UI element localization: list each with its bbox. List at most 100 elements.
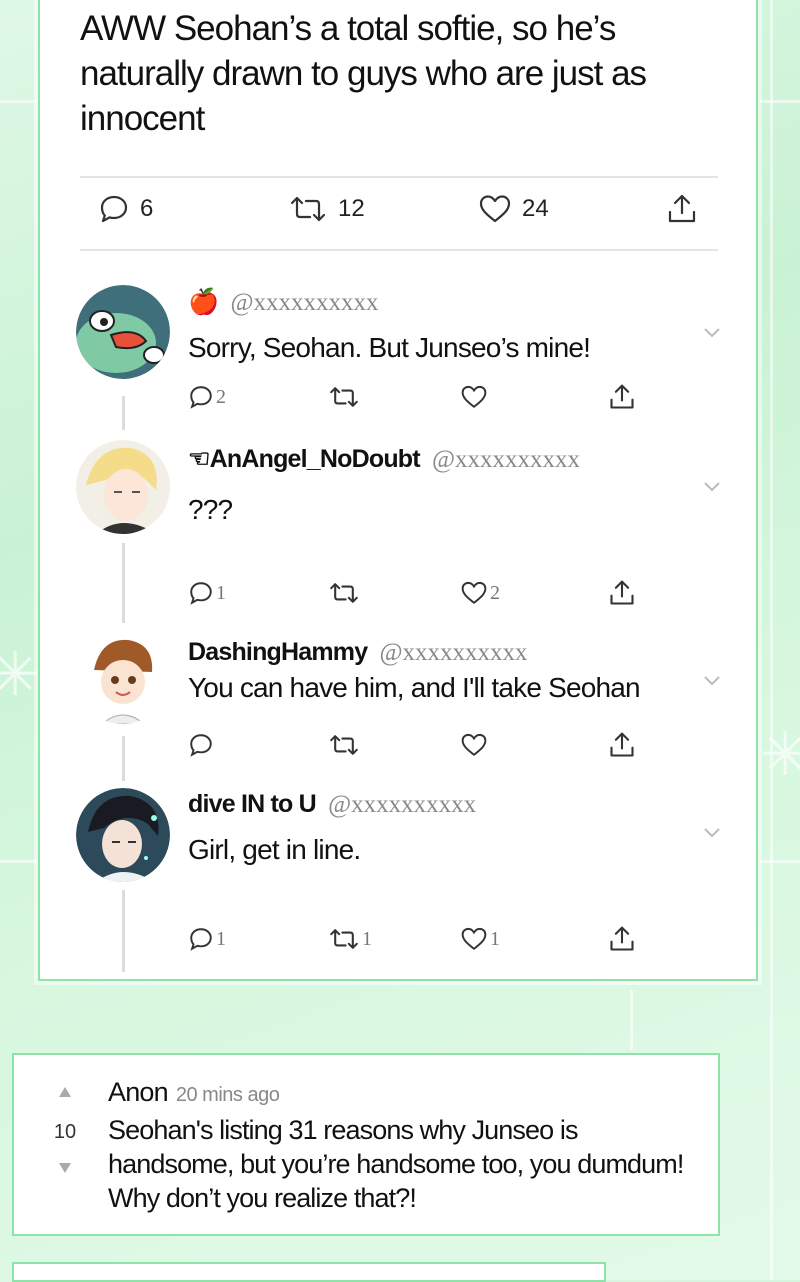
reply-text: Sorry, Seohan. But Junseo’s mine! [188,332,591,363]
retweet-icon [330,735,358,755]
divider [80,249,718,251]
background-line [0,860,38,863]
retweet-icon [330,387,358,407]
background-line [760,100,800,103]
reply-action-bar: 1 2 [188,576,648,610]
share-button[interactable] [608,922,636,956]
chevron-down-icon[interactable] [702,480,722,494]
avatar[interactable] [76,630,170,724]
sparkle-decoration-icon: ✳ [0,641,41,708]
thread-line [122,396,125,430]
speech-bubble-icon [190,582,212,605]
comment-box: 10 Anon 20 mins ago Seohan's listing 31 r… [12,1053,720,1236]
reply-count: 1 [216,927,226,950]
speech-bubble-icon [100,195,128,223]
chevron-down-icon[interactable] [702,826,722,840]
retweet-icon [330,929,358,949]
retweet-button[interactable]: 12 [288,186,365,232]
tweet-card: AWW Seohan’s a total softie, so he’s nat… [38,0,758,981]
reply-action-bar [188,728,648,762]
like-button[interactable]: 1 [460,922,500,956]
comment-author-line: Anon 20 mins ago [108,1077,280,1108]
share-button[interactable] [608,728,636,762]
background-line [0,100,38,103]
retweet-count: 1 [362,927,372,950]
retweet-count: 12 [338,195,365,222]
comment-text: Seohan's listing 31 reasons why Junseo i… [108,1115,684,1213]
reply-action-bar: 2 [188,380,648,414]
reply-user-line: ☜AnAngel_NoDoubt @xxxxxxxxxx [188,444,580,474]
sparkle-decoration-icon: ✳ [760,721,800,788]
triangle-down-icon [59,1163,71,1173]
user-handle[interactable]: @xxxxxxxxxx [380,639,528,666]
avatar[interactable] [76,788,170,882]
reply-action-bar: 1 1 1 [188,922,648,956]
share-icon [610,384,634,409]
tweet-text: AWW Seohan’s a total softie, so he’s nat… [80,9,647,138]
display-name[interactable]: DashingHammy [188,638,368,666]
user-emoji: 🍎 [188,288,219,316]
like-button[interactable]: 2 [460,576,500,610]
reply-text: Girl, get in line. [188,834,361,865]
upvote-button[interactable] [50,1085,80,1103]
thread-line [122,890,125,972]
reply-button[interactable]: 1 [188,576,226,610]
retweet-button[interactable] [328,380,362,414]
reply-button[interactable]: 6 [98,186,153,232]
reply-button[interactable] [188,728,216,762]
chevron-down-icon[interactable] [702,674,722,688]
reply-user-line: DashingHammy @xxxxxxxxxx [188,638,528,667]
avatar[interactable] [76,440,170,534]
divider [80,176,718,178]
thread-line [122,543,125,623]
heart-icon [461,927,487,950]
share-button[interactable] [608,380,636,414]
share-icon [610,732,634,757]
like-button[interactable] [460,380,490,414]
display-name[interactable]: ☜AnAngel_NoDoubt [188,445,421,473]
like-count: 1 [490,927,500,950]
retweet-button[interactable] [328,576,362,610]
reply-button[interactable]: 1 [188,922,226,956]
retweet-button[interactable] [328,728,362,762]
user-handle[interactable]: @xxxxxxxxxx [230,289,378,316]
display-name[interactable]: dive IN to U [188,790,317,818]
comment-author[interactable]: Anon [108,1077,169,1107]
heart-icon [461,385,487,408]
share-icon [610,580,634,605]
reply-count: 1 [216,581,226,604]
reply-button[interactable]: 2 [188,380,226,414]
retweet-icon [290,196,326,222]
chevron-down-icon[interactable] [702,326,722,340]
tweet-action-bar: 6 12 24 [80,186,718,232]
heart-icon [461,581,487,604]
background-line [760,860,800,863]
share-button[interactable] [608,576,636,610]
heart-icon [461,733,487,756]
share-button[interactable] [666,186,698,232]
speech-bubble-icon [190,386,212,409]
like-count: 24 [522,195,549,222]
reply-count: 2 [216,385,226,408]
comment-time: 20 mins ago [175,1084,280,1106]
vote-score: 10 [53,1121,77,1143]
background-line [770,0,773,1280]
reply-text: You can have him, and I'll take Seohan [188,672,641,703]
reply-count: 6 [140,195,154,222]
heart-icon [479,195,511,223]
avatar[interactable] [76,285,170,379]
share-icon [668,194,696,223]
user-handle[interactable]: @xxxxxxxxxx [432,446,580,473]
speech-bubble-icon [190,734,212,757]
reply-user-line: 🍎 @xxxxxxxxxx [188,288,379,317]
like-button[interactable]: 24 [478,186,549,232]
downvote-button[interactable] [50,1161,80,1179]
thread-line [122,736,125,781]
like-button[interactable] [460,728,490,762]
user-handle[interactable]: @xxxxxxxxxx [328,791,476,818]
background-line [630,990,633,1050]
reply-user-line: dive IN to U @xxxxxxxxxx [188,790,476,819]
retweet-button[interactable]: 1 [328,922,372,956]
retweet-icon [330,583,358,603]
speech-bubble-icon [190,928,212,951]
